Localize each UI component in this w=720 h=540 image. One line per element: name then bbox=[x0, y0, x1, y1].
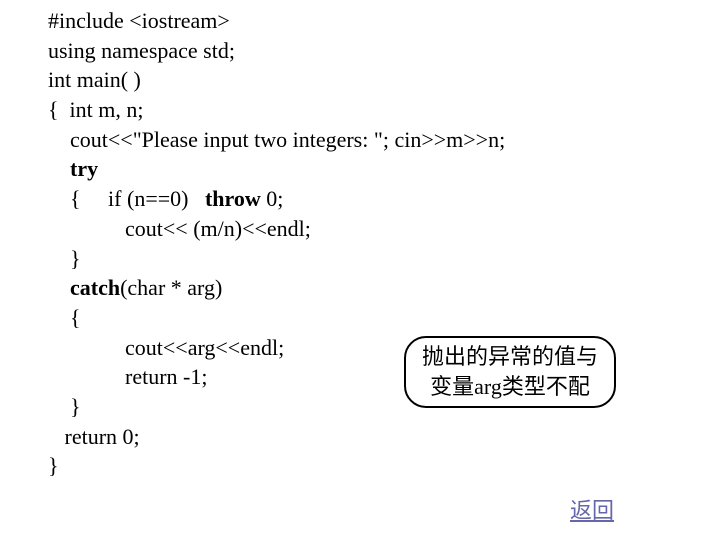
code-block: #include <iostream> using namespace std;… bbox=[48, 6, 672, 534]
code-line: { bbox=[48, 303, 672, 333]
code-text: (char * arg) bbox=[120, 275, 222, 300]
code-line: #include <iostream> bbox=[48, 6, 672, 36]
code-text bbox=[48, 275, 70, 300]
code-line: cout<< (m/n)<<endl; bbox=[48, 214, 672, 244]
code-text bbox=[48, 156, 70, 181]
code-line: { int m, n; bbox=[48, 95, 672, 125]
code-line: catch(char * arg) bbox=[48, 273, 672, 303]
code-line: try bbox=[48, 154, 672, 184]
code-line: return 0; bbox=[48, 422, 672, 452]
return-link[interactable]: 返回 bbox=[570, 496, 614, 526]
code-text: { if (n==0) bbox=[48, 186, 205, 211]
code-text: 0; bbox=[261, 186, 284, 211]
keyword-catch: catch bbox=[70, 275, 120, 300]
code-line: using namespace std; bbox=[48, 36, 672, 66]
code-line: int main( ) bbox=[48, 65, 672, 95]
callout-line: 变量arg类型不配 bbox=[414, 372, 606, 402]
code-line: cout<<"Please input two integers: "; cin… bbox=[48, 125, 672, 155]
callout-line: 抛出的异常的值与 bbox=[414, 342, 606, 372]
annotation-callout: 抛出的异常的值与 变量arg类型不配 bbox=[404, 336, 616, 408]
keyword-throw: throw bbox=[205, 186, 261, 211]
code-line: } bbox=[48, 244, 672, 274]
code-line: { if (n==0) throw 0; bbox=[48, 184, 672, 214]
code-line: } bbox=[48, 451, 672, 481]
keyword-try: try bbox=[70, 156, 98, 181]
